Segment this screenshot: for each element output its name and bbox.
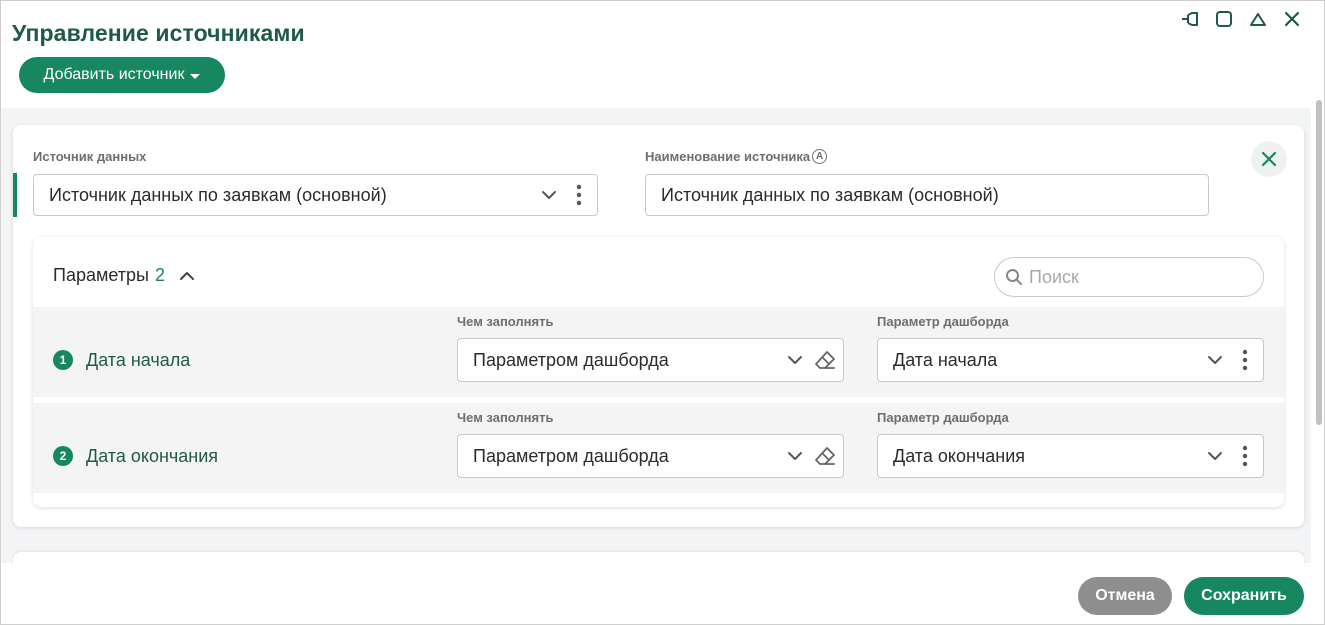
source-name-label-text: Наименование источника [645,149,811,164]
close-icon[interactable] [1281,8,1303,30]
source-name-label: Наименование источника A [645,149,828,164]
add-source-button[interactable]: Добавить источник [19,57,225,93]
fill-method-value: Параметром дашборда [473,349,669,370]
fill-method-select[interactable]: Параметром дашборда [457,434,844,478]
dashboard-param-label: Параметр дашборда [877,314,1009,329]
pin-icon[interactable] [1179,8,1201,30]
source-name-input[interactable]: Источник данных по заявкам (основной) [645,174,1209,216]
parameter-name: Дата начала [86,350,191,370]
search-input[interactable] [1027,265,1251,289]
more-vertical-icon[interactable] [1233,348,1257,372]
chevron-down-icon[interactable] [537,183,561,207]
parameter-name: Дата окончания [86,446,219,466]
fill-method-label: Чем заполнять [457,314,554,329]
parameters-header[interactable]: Параметры 2 [53,265,195,286]
dialog-title: Управление источниками [12,20,305,46]
remove-source-button[interactable] [1251,141,1287,177]
source-card: Источник данных Источник данных по заявк… [13,125,1304,527]
chevron-down-icon[interactable] [1203,348,1227,372]
parameter-row: 2 Дата окончания Чем заполнять Параметро… [33,403,1284,493]
add-source-label: Добавить источник [43,66,185,83]
window-controls [1179,8,1303,30]
source-name-value: Источник данных по заявкам (основной) [661,184,999,205]
fill-method-label: Чем заполнять [457,410,554,425]
auto-badge: A [812,149,828,164]
dashboard-param-value: Дата окончания [893,445,1026,466]
fill-method-value: Параметром дашборда [473,445,669,466]
dashboard-param-label: Параметр дашборда [877,410,1009,425]
scrollbar[interactable] [1314,92,1324,425]
parameter-index: 1 [53,350,73,370]
parameters-count: 2 [154,265,165,285]
more-vertical-icon[interactable] [1233,444,1257,468]
parameters-title: Параметры [53,265,149,285]
data-source-value: Источник данных по заявкам (основной) [49,184,387,205]
active-accent-bar [13,173,17,217]
chevron-up-icon[interactable] [179,271,195,281]
dashboard-param-select[interactable]: Дата окончания [877,434,1264,478]
parameters-search[interactable] [994,257,1264,297]
data-source-label: Источник данных [33,149,147,164]
search-icon [1006,269,1022,285]
chevron-down-icon[interactable] [783,348,807,372]
collapse-icon[interactable] [1247,8,1269,30]
save-button[interactable]: Сохранить [1184,577,1304,615]
eraser-icon[interactable] [813,348,837,372]
parameter-index: 2 [53,446,73,466]
parameter-row: 1 Дата начала Чем заполнять Параметром д… [33,307,1284,397]
scrollbar-thumb[interactable] [1316,100,1322,425]
maximize-icon[interactable] [1213,8,1235,30]
dashboard-param-value: Дата начала [893,349,998,370]
chevron-down-icon[interactable] [1203,444,1227,468]
chevron-down-icon[interactable] [783,444,807,468]
dashboard-param-select[interactable]: Дата начала [877,338,1264,382]
cancel-button[interactable]: Отмена [1078,577,1172,615]
more-vertical-icon[interactable] [567,183,591,207]
eraser-icon[interactable] [813,444,837,468]
close-icon [1261,151,1277,167]
caret-down-icon [190,73,201,79]
fill-method-select[interactable]: Параметром дашборда [457,338,844,382]
data-source-select[interactable]: Источник данных по заявкам (основной) [33,174,598,216]
parameters-panel: Параметры 2 1 Дата начала Чем заполнять … [33,237,1284,507]
